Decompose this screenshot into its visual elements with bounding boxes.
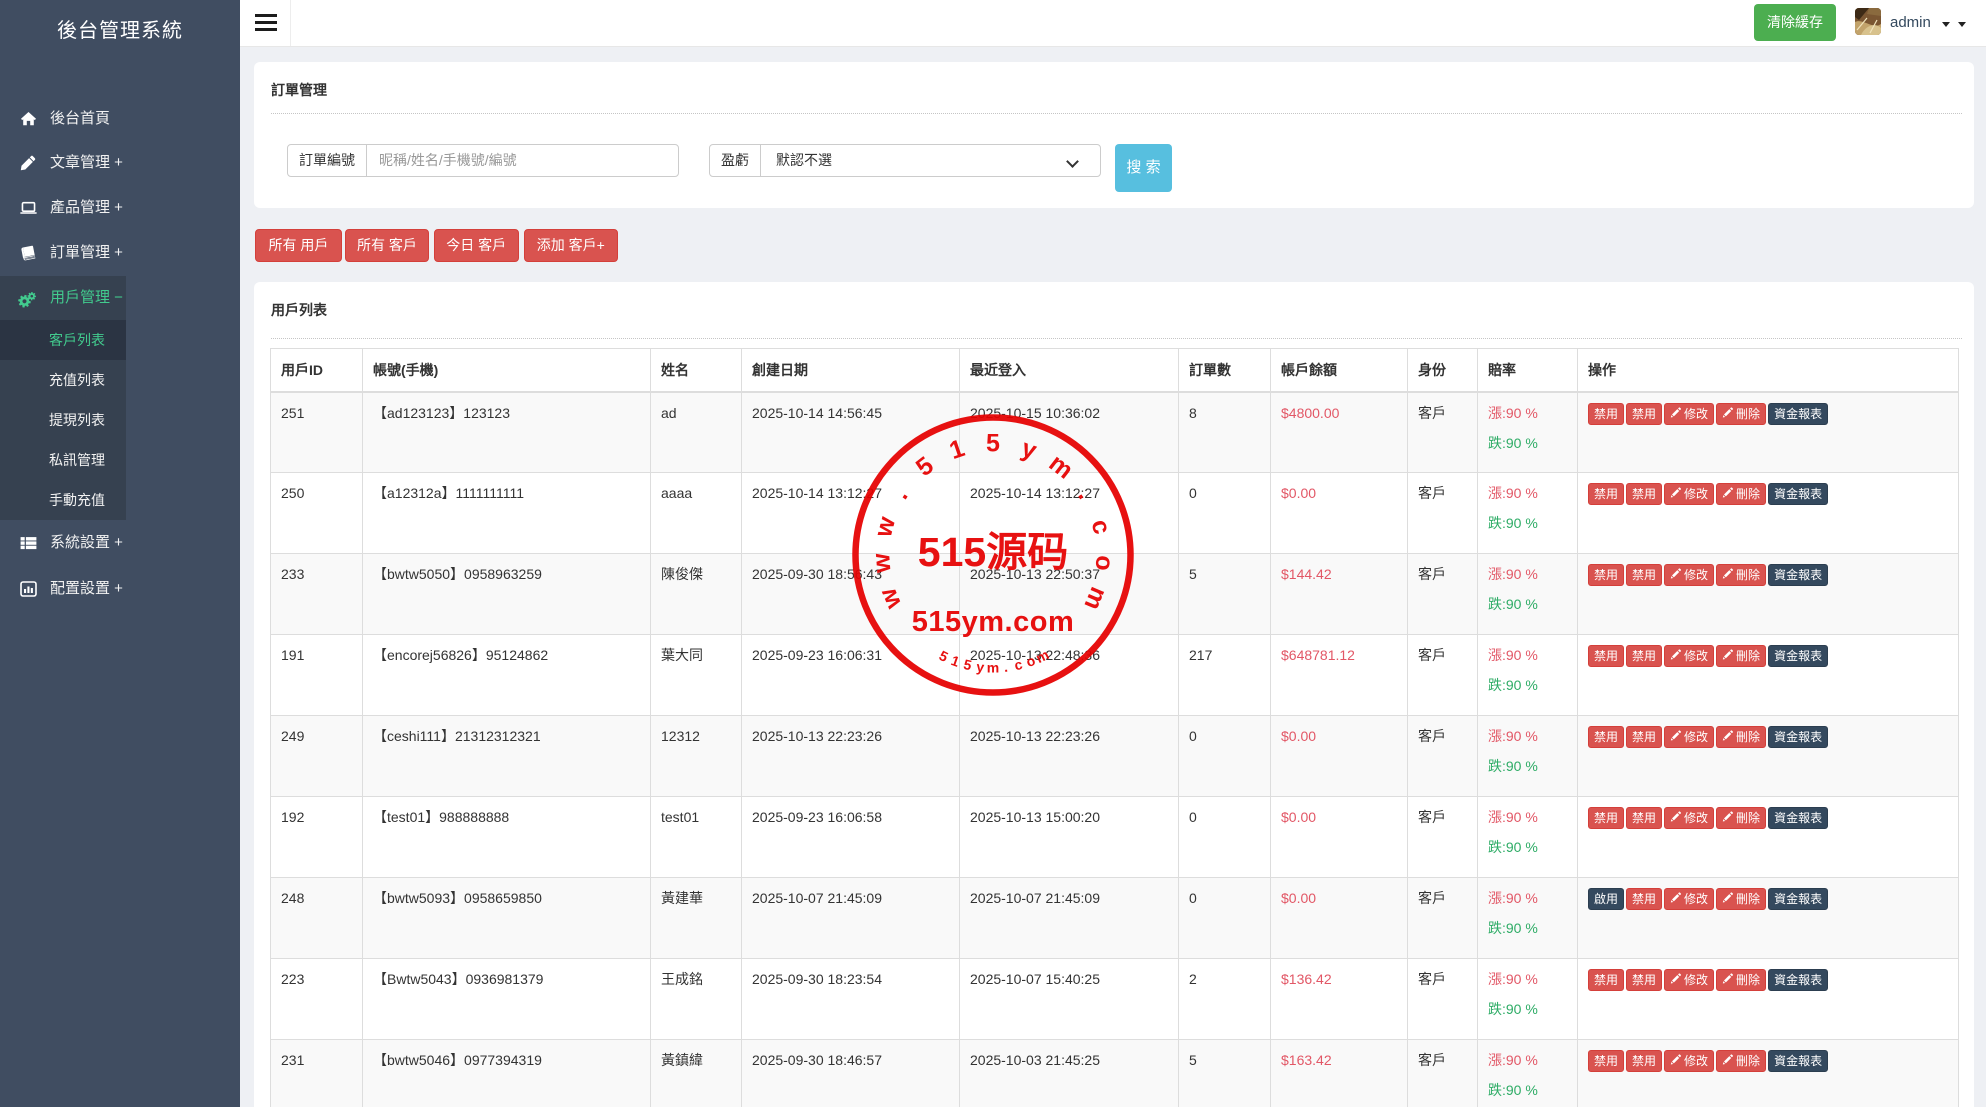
svg-text:m: m (987, 660, 999, 676)
svg-text:m: m (1044, 449, 1079, 485)
svg-text:5: 5 (962, 656, 973, 673)
svg-text:w: w (869, 513, 901, 540)
svg-text:o: o (1090, 554, 1119, 571)
svg-text:w: w (867, 552, 896, 575)
svg-text:m: m (1033, 646, 1051, 666)
svg-text:c: c (1013, 656, 1024, 673)
svg-text:1: 1 (946, 434, 968, 465)
svg-text:.: . (1003, 659, 1009, 675)
svg-text:y: y (1018, 434, 1040, 465)
svg-text:m: m (1078, 583, 1112, 614)
svg-text:.: . (1072, 483, 1099, 504)
svg-text:5: 5 (911, 451, 939, 482)
svg-text:515ym.com: 515ym.com (912, 606, 1075, 638)
svg-text:y: y (976, 658, 986, 675)
svg-text:w: w (873, 584, 907, 614)
svg-text:.: . (886, 483, 913, 504)
svg-text:c: c (1086, 517, 1117, 538)
svg-text:1: 1 (949, 652, 962, 670)
svg-text:515源码: 515源码 (918, 529, 1068, 575)
svg-text:5: 5 (937, 647, 951, 665)
svg-text:5: 5 (986, 430, 1000, 458)
